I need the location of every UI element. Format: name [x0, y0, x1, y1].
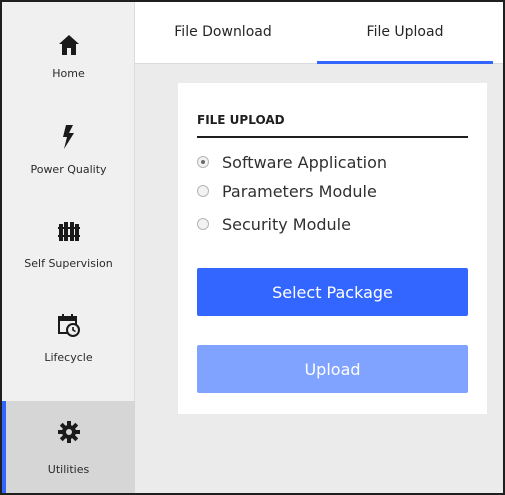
upload-button[interactable]: Upload — [197, 345, 468, 393]
radio-label: Security Module — [222, 214, 351, 234]
sidebar-item-utilities[interactable]: Utilities — [2, 401, 135, 493]
sidebar-item-label: Lifecycle — [44, 351, 93, 364]
lightning-icon — [56, 124, 82, 150]
radio-software-application[interactable]: Software Application — [197, 151, 387, 173]
file-upload-card: FILE UPLOAD Software Application Paramet… — [178, 83, 487, 414]
sidebar-item-label: Self Supervision — [24, 257, 113, 270]
sidebar-item-self-supervision[interactable]: Self Supervision — [2, 190, 135, 284]
sidebar-item-power-quality[interactable]: Power Quality — [2, 96, 135, 190]
radio-button[interactable] — [197, 156, 209, 168]
fence-icon — [56, 218, 82, 244]
card-title: FILE UPLOAD — [197, 113, 285, 127]
radio-label: Parameters Module — [222, 181, 377, 201]
radio-parameters-module[interactable]: Parameters Module — [197, 180, 377, 202]
sidebar-item-lifecycle[interactable]: Lifecycle — [2, 284, 135, 378]
radio-label: Software Application — [222, 152, 388, 172]
gear-icon — [56, 419, 82, 445]
tab-label: File Upload — [366, 24, 444, 40]
sidebar-item-label: Utilities — [47, 463, 90, 476]
sidebar-item-label: Home — [52, 67, 85, 80]
tab-file-upload[interactable]: File Upload — [317, 2, 493, 65]
radio-button[interactable] — [197, 218, 209, 230]
sidebar-item-home[interactable]: Home — [2, 2, 135, 96]
sidebar: Home Power Quality Self Supervision Life… — [2, 2, 135, 493]
title-divider — [197, 136, 468, 138]
select-package-button[interactable]: Select Package — [197, 268, 468, 316]
tab-bar: File Download File Upload — [135, 2, 503, 65]
active-indicator — [2, 401, 6, 493]
sidebar-item-label: Power Quality — [30, 163, 107, 176]
calendar-clock-icon — [56, 312, 82, 338]
home-icon — [56, 32, 82, 58]
radio-button[interactable] — [197, 185, 209, 197]
content-area: FILE UPLOAD Software Application Paramet… — [135, 64, 503, 493]
radio-security-module[interactable]: Security Module — [197, 213, 351, 235]
tab-file-download[interactable]: File Download — [135, 2, 311, 64]
app-window: Home Power Quality Self Supervision Life… — [0, 0, 505, 495]
